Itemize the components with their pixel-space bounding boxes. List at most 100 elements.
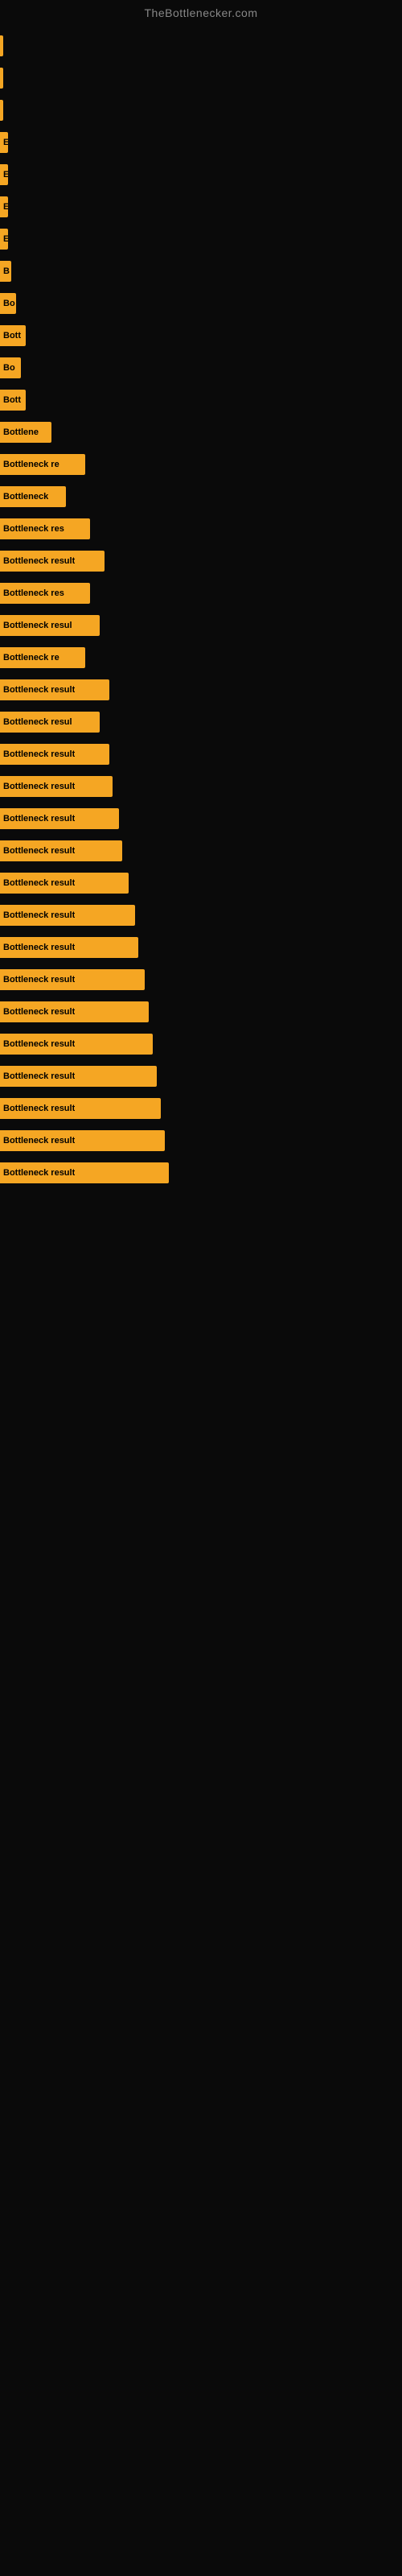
bar-20: Bottleneck result [0, 679, 109, 700]
bar-label-23: Bottleneck result [3, 782, 75, 791]
bar-row: Bottleneck result [0, 1061, 402, 1092]
bar-label-22: Bottleneck result [3, 749, 75, 759]
bar-28: Bottleneck result [0, 937, 138, 958]
bar-label-27: Bottleneck result [3, 910, 75, 920]
bar-row: Bottlene [0, 417, 402, 448]
bar-row: Bottleneck result [0, 546, 402, 576]
bar-label-12: Bottlene [3, 427, 39, 437]
bar-row: Bottleneck res [0, 578, 402, 609]
bar-19: Bottleneck re [0, 647, 85, 668]
bar-label-3: E [3, 138, 8, 147]
bar-1: | [0, 68, 3, 89]
bar-10: Bo [0, 357, 21, 378]
bar-label-18: Bottleneck resul [3, 621, 72, 630]
bar-row: Bo [0, 353, 402, 383]
bar-label-34: Bottleneck result [3, 1136, 75, 1146]
bar-13: Bottleneck re [0, 454, 85, 475]
bar-24: Bottleneck result [0, 808, 119, 829]
bar-row: | [0, 31, 402, 61]
bar-label-35: Bottleneck result [3, 1168, 75, 1178]
bar-26: Bottleneck result [0, 873, 129, 894]
bar-14: Bottleneck [0, 486, 66, 507]
bar-row: Bottleneck result [0, 964, 402, 995]
bar-31: Bottleneck result [0, 1034, 153, 1055]
bar-27: Bottleneck result [0, 905, 135, 926]
bars-container: | | | E E E E B Bo Bott Bo Bott Bottlene Bottleneck r… [0, 23, 402, 1190]
bar-row: Bottleneck result [0, 1158, 402, 1188]
bar-row: | [0, 63, 402, 93]
bar-7: B [0, 261, 11, 282]
bar-label-8: Bo [3, 299, 15, 308]
bar-5: E [0, 196, 8, 217]
bar-row: Bottleneck result [0, 1093, 402, 1124]
bar-row: Bottleneck [0, 481, 402, 512]
bar-11: Bott [0, 390, 26, 411]
bar-row: Bottleneck result [0, 836, 402, 866]
bar-row: Bo [0, 288, 402, 319]
bar-row: E [0, 127, 402, 158]
bar-21: Bottleneck resul [0, 712, 100, 733]
bar-label-17: Bottleneck res [3, 588, 64, 598]
bar-8: Bo [0, 293, 16, 314]
bar-label-4: E [3, 170, 8, 180]
bar-label-31: Bottleneck result [3, 1039, 75, 1049]
bar-row: Bottleneck resul [0, 610, 402, 641]
bar-label-5: E [3, 202, 8, 212]
bar-label-29: Bottleneck result [3, 975, 75, 985]
bar-18: Bottleneck resul [0, 615, 100, 636]
bar-label-33: Bottleneck result [3, 1104, 75, 1113]
bar-label-7: B [3, 266, 10, 276]
bar-row: E [0, 159, 402, 190]
bar-row: Bottleneck result [0, 803, 402, 834]
bar-row: Bott [0, 320, 402, 351]
bar-30: Bottleneck result [0, 1001, 149, 1022]
bar-16: Bottleneck result [0, 551, 105, 572]
bar-label-30: Bottleneck result [3, 1007, 75, 1017]
bar-label-10: Bo [3, 363, 15, 373]
bar-row: Bottleneck result [0, 1029, 402, 1059]
bar-label-13: Bottleneck re [3, 460, 59, 469]
bar-row: Bottleneck result [0, 1125, 402, 1156]
bar-9: Bott [0, 325, 26, 346]
bar-29: Bottleneck result [0, 969, 145, 990]
bar-label-26: Bottleneck result [3, 878, 75, 888]
bar-row: Bottleneck result [0, 900, 402, 931]
site-title: TheBottlenecker.com [0, 0, 402, 23]
bar-row: Bottleneck result [0, 739, 402, 770]
bar-row: B [0, 256, 402, 287]
bar-row: Bottleneck res [0, 514, 402, 544]
bar-0: | [0, 35, 3, 56]
bar-6: E [0, 229, 8, 250]
bar-label-11: Bott [3, 395, 21, 405]
bar-33: Bottleneck result [0, 1098, 161, 1119]
bar-row: Bottleneck result [0, 771, 402, 802]
bar-25: Bottleneck result [0, 840, 122, 861]
bar-23: Bottleneck result [0, 776, 113, 797]
bar-label-6: E [3, 234, 8, 244]
bar-label-15: Bottleneck res [3, 524, 64, 534]
bar-row: Bottleneck result [0, 868, 402, 898]
bar-label-14: Bottleneck [3, 492, 48, 502]
bar-34: Bottleneck result [0, 1130, 165, 1151]
bar-32: Bottleneck result [0, 1066, 157, 1087]
bar-3: E [0, 132, 8, 153]
bar-label-21: Bottleneck resul [3, 717, 72, 727]
bar-label-19: Bottleneck re [3, 653, 59, 663]
bar-label-32: Bottleneck result [3, 1071, 75, 1081]
bar-row: Bottleneck re [0, 449, 402, 480]
bar-row: | [0, 95, 402, 126]
bar-row: Bottleneck result [0, 932, 402, 963]
bar-17: Bottleneck res [0, 583, 90, 604]
bar-row: Bottleneck result [0, 675, 402, 705]
bar-row: Bottleneck re [0, 642, 402, 673]
bar-4: E [0, 164, 8, 185]
bar-row: Bott [0, 385, 402, 415]
bar-label-16: Bottleneck result [3, 556, 75, 566]
bar-12: Bottlene [0, 422, 51, 443]
bar-22: Bottleneck result [0, 744, 109, 765]
bar-15: Bottleneck res [0, 518, 90, 539]
bar-row: E [0, 224, 402, 254]
bar-label-28: Bottleneck result [3, 943, 75, 952]
bar-row: Bottleneck resul [0, 707, 402, 737]
bar-row: E [0, 192, 402, 222]
